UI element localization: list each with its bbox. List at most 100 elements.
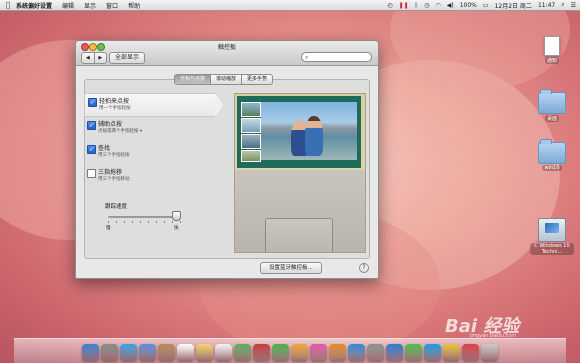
photo-thumbnail xyxy=(241,150,261,162)
slider-tick xyxy=(108,221,109,223)
gesture-preview-video xyxy=(234,93,366,253)
slider-tick xyxy=(172,221,173,223)
wifi-icon[interactable]: ◠ xyxy=(436,2,441,9)
desktop-icon-desktop[interactable]: 桌面 xyxy=(530,89,574,122)
launchpad-icon[interactable] xyxy=(101,344,118,361)
desktop-icon-win10[interactable]: win10 xyxy=(530,139,574,171)
time-status[interactable]: 11:47 xyxy=(538,2,555,9)
desktop-icon-label: 桌面 xyxy=(544,115,559,122)
wechat-icon[interactable] xyxy=(405,344,422,361)
option-title: 查找 xyxy=(98,145,111,152)
battery-icon[interactable]: ▭ xyxy=(483,2,489,9)
option-tap-to-click[interactable]: ✓ 轻拍来点按 用一个手指轻按 xyxy=(84,93,223,117)
trackpad-preferences-window: 触控板 ◀ ▶ 全部显示 ⌕ 光标与点按 滚动缩放 更多手势 ✓ 轻拍来点按 用… xyxy=(75,40,379,279)
menu-app-name[interactable]: 系统偏好设置 xyxy=(16,1,52,10)
tracking-speed-slider[interactable] xyxy=(108,216,180,218)
preview-screen xyxy=(237,96,361,168)
desktop-icon-windows10-disk[interactable]: C Windows 10 Techni... xyxy=(530,218,574,255)
menu-help[interactable]: 帮助 xyxy=(128,1,140,10)
menu-edit[interactable]: 编辑 xyxy=(62,1,74,10)
appstore-icon[interactable] xyxy=(348,344,365,361)
menu-view[interactable]: 显示 xyxy=(84,1,96,10)
option-look-up[interactable]: ✓ 查找 用三个手指轻按 xyxy=(84,141,214,163)
folder-icon xyxy=(538,89,566,114)
photo-thumbnail xyxy=(241,118,261,133)
tab-scroll-zoom[interactable]: 滚动缩放 xyxy=(210,75,241,84)
option-title: 轻拍来点按 xyxy=(99,98,130,105)
option-secondary-click[interactable]: ✓ 辅助点按 点按或两个手指轻按 ▾ xyxy=(84,117,214,139)
disk-icon xyxy=(538,218,566,242)
tracking-speed-label: 跟踪速度 xyxy=(105,204,128,210)
person-figure xyxy=(305,116,323,156)
slider-slow-label: 慢 xyxy=(106,226,111,231)
calendar-icon[interactable] xyxy=(177,344,194,361)
show-all-button[interactable]: 全部显示 xyxy=(109,52,146,64)
qq-icon[interactable] xyxy=(424,344,441,361)
dock xyxy=(14,338,566,363)
option-description: 用三个手指轻按 xyxy=(98,153,130,158)
trash-icon[interactable] xyxy=(481,344,498,361)
battery-status[interactable]: 100% xyxy=(460,2,477,9)
safari-icon[interactable] xyxy=(120,344,137,361)
slider-tick xyxy=(156,221,157,223)
title-bar[interactable]: 触控板 ◀ ▶ 全部显示 ⌕ xyxy=(76,41,378,66)
option-three-finger-drag[interactable]: 三指拖移 用三个手指移动 xyxy=(84,165,214,187)
checkbox[interactable]: ✓ xyxy=(87,121,96,130)
date-status[interactable]: 12月2日 周二 xyxy=(495,1,532,10)
menu-bar:  系统偏好设置 编辑 显示 窗口 帮助 ◴ ❚❚ ᛒ ◷ ◠ ◀) 100% … xyxy=(0,0,580,11)
slider-tick xyxy=(180,221,181,223)
option-title: 三指拖移 xyxy=(98,169,123,176)
itunes-icon[interactable] xyxy=(310,344,327,361)
bluetooth-icon[interactable]: ᛒ xyxy=(415,2,419,9)
apple-icon[interactable]:  xyxy=(0,1,16,9)
notes-icon[interactable] xyxy=(196,344,213,361)
preferences-icon[interactable] xyxy=(367,344,384,361)
window-title: 触控板 xyxy=(217,44,236,51)
reminders-icon[interactable] xyxy=(215,344,232,361)
search-field[interactable]: ⌕ xyxy=(301,52,372,62)
document-icon xyxy=(544,36,560,56)
desktop-icon-label: win10 xyxy=(542,165,562,171)
forward-button[interactable]: ▶ xyxy=(93,53,107,63)
slider-tick xyxy=(132,221,133,223)
volume-icon[interactable]: ◀) xyxy=(447,2,454,9)
checkbox[interactable]: ✓ xyxy=(87,145,96,154)
chevron-down-icon[interactable]: ▾ xyxy=(140,129,142,134)
menu-window[interactable]: 窗口 xyxy=(106,1,118,10)
search-icon: ⌕ xyxy=(305,54,309,61)
search-icon[interactable]: ⌕ xyxy=(561,1,564,9)
pause-icon[interactable]: ❚❚ xyxy=(399,2,409,9)
tab-more-gestures[interactable]: 更多手势 xyxy=(241,75,272,84)
facetime-icon[interactable] xyxy=(272,344,289,361)
option-description: 用一个手指轻按 xyxy=(99,106,131,111)
xcode-icon[interactable] xyxy=(386,344,403,361)
ibooks-icon[interactable] xyxy=(329,344,346,361)
contacts-icon[interactable] xyxy=(158,344,175,361)
option-title: 辅助点按 xyxy=(98,121,123,128)
chrome-icon[interactable] xyxy=(443,344,460,361)
folder-icon xyxy=(538,139,566,164)
back-button[interactable]: ◀ xyxy=(82,53,94,63)
photos-icon[interactable] xyxy=(291,344,308,361)
help-button[interactable]: ? xyxy=(359,263,369,273)
timemachine-icon[interactable]: ◴ xyxy=(387,2,392,9)
mail-icon[interactable] xyxy=(139,344,156,361)
checkbox[interactable] xyxy=(87,169,96,178)
desktop-icon-label: 通知 xyxy=(544,57,559,64)
photo-thumbnail xyxy=(241,134,261,149)
photobooth-icon[interactable] xyxy=(253,344,270,361)
tab-bar: 光标与点按 滚动缩放 更多手势 xyxy=(174,74,274,85)
slider-fast-label: 快 xyxy=(174,226,179,231)
preview-trackpad xyxy=(265,218,333,252)
desktop-icon-notice[interactable]: 通知 xyxy=(530,36,574,64)
tab-point-and-click[interactable]: 光标与点按 xyxy=(175,75,211,84)
finder-icon[interactable] xyxy=(82,344,99,361)
slider-thumb[interactable] xyxy=(172,211,182,221)
search-input[interactable] xyxy=(313,53,369,61)
clock-icon[interactable]: ◷ xyxy=(424,2,429,9)
checkbox[interactable]: ✓ xyxy=(88,98,97,107)
list-icon[interactable]: ☰ xyxy=(571,2,576,9)
music-icon[interactable] xyxy=(462,344,479,361)
maps-icon[interactable] xyxy=(234,344,251,361)
setup-bluetooth-trackpad-button[interactable]: 设置蓝牙触控板... xyxy=(260,262,322,274)
